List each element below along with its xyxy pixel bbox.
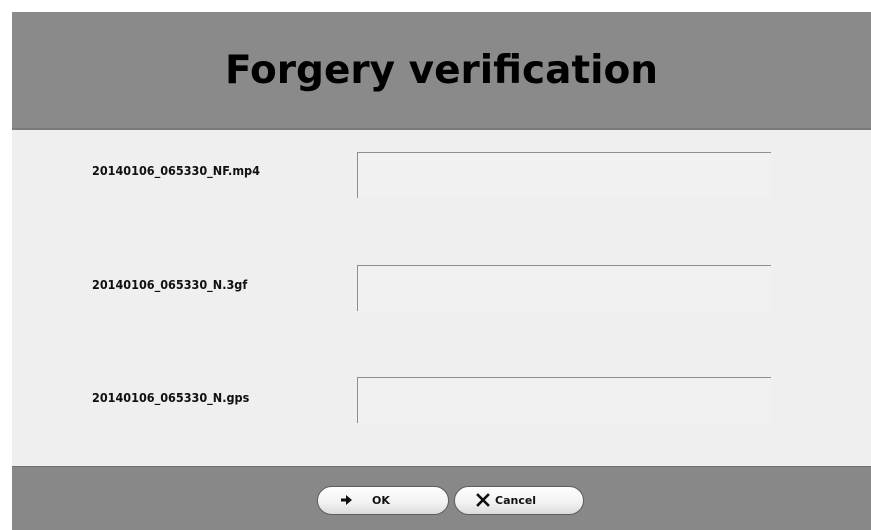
file-list: 20140106_065330_NF.mp4 20140106_065330_N…	[12, 130, 871, 466]
ok-button-label: OK	[372, 494, 390, 507]
verification-result-field	[357, 152, 771, 198]
dialog-title: Forgery verification	[224, 48, 659, 93]
file-name-label: 20140106_065330_N.3gf	[92, 277, 248, 292]
close-icon	[476, 493, 490, 507]
dialog-header: Forgery verification	[12, 12, 871, 130]
cancel-button-label: Cancel	[495, 494, 537, 507]
arrow-right-icon	[341, 495, 352, 505]
file-row-3gf: 20140106_065330_N.3gf	[12, 265, 871, 325]
file-name-label: 20140106_065330_NF.mp4	[92, 163, 260, 178]
ok-button[interactable]: OK	[317, 486, 449, 515]
file-row-mp4: 20140106_065330_NF.mp4	[12, 152, 871, 212]
file-name-label: 20140106_065330_N.gps	[92, 390, 250, 405]
verification-result-field	[357, 377, 771, 423]
forgery-verification-dialog: Forgery verification 20140106_065330_NF.…	[12, 12, 871, 530]
verification-result-field	[357, 265, 771, 311]
dialog-footer: OK Cancel	[12, 466, 871, 530]
file-row-gps: 20140106_065330_N.gps	[12, 377, 871, 437]
cancel-button[interactable]: Cancel	[454, 486, 584, 515]
